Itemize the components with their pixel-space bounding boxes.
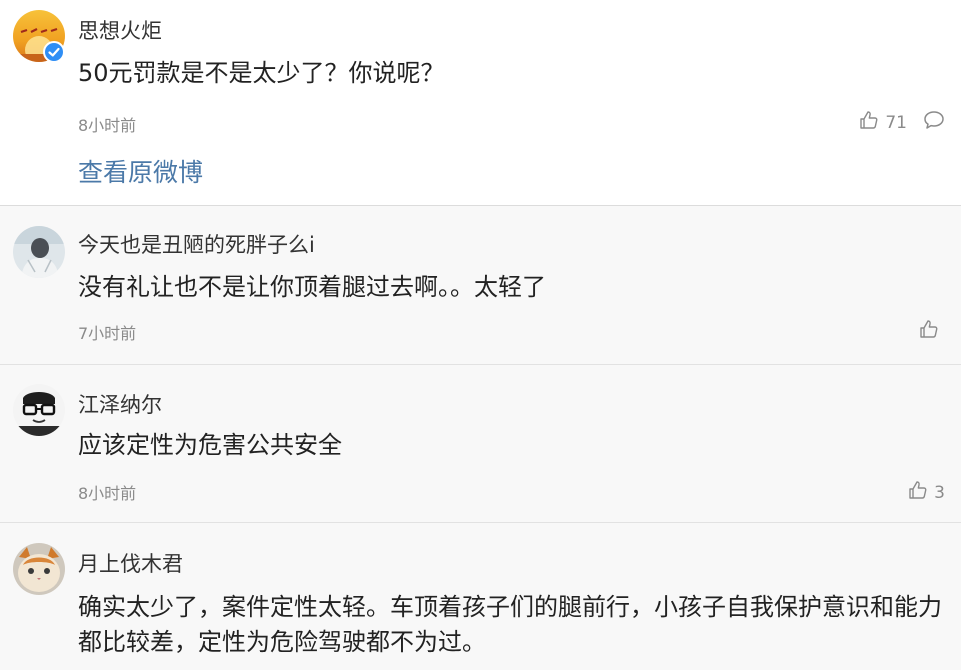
comment-actions: 71 <box>859 110 945 135</box>
avatar[interactable] <box>13 384 65 436</box>
comment-actions: 3 <box>908 480 945 505</box>
timestamp: 8小时前 <box>78 116 137 135</box>
username[interactable]: 江泽纳尔 <box>78 389 162 419</box>
like-button[interactable]: 3 <box>908 480 945 505</box>
username[interactable]: 月上伐木君 <box>78 548 183 578</box>
thumbs-up-icon <box>859 110 879 135</box>
comment-bubble-icon <box>923 111 945 135</box>
comment-text: 50元罚款是不是太少了？你说呢？ <box>78 59 445 87</box>
verified-badge-icon <box>43 41 65 63</box>
like-count: 71 <box>885 112 907 133</box>
comment-text: 应该定性为危害公共安全 <box>78 431 342 459</box>
thumbs-up-icon <box>919 319 939 344</box>
reply-button[interactable] <box>923 110 945 135</box>
like-button[interactable]: 71 <box>859 110 907 135</box>
timestamp: 8小时前 <box>78 484 137 503</box>
comment-feed: 思想火炬 50元罚款是不是太少了？你说呢？ 8小时前 71 查看原微博 今天也是… <box>0 0 961 670</box>
comment-actions <box>919 319 945 344</box>
username[interactable]: 思想火炬 <box>78 15 162 45</box>
comment-text: 确实太少了，案件定性太轻。车顶着孩子们的腿前行，小孩子自我保护意识和能力都比较差… <box>78 593 942 656</box>
thumbs-up-icon <box>908 480 928 505</box>
avatar[interactable] <box>13 543 65 595</box>
timestamp: 7小时前 <box>78 324 137 343</box>
comment-text: 没有礼让也不是让你顶着腿过去啊。。太轻了 <box>78 273 546 301</box>
username[interactable]: 今天也是丑陋的死胖子么i <box>78 229 315 259</box>
avatar[interactable] <box>13 226 65 278</box>
view-original-weibo-link[interactable]: 查看原微博 <box>78 153 203 189</box>
like-count: 3 <box>934 482 945 503</box>
like-button[interactable] <box>919 319 945 344</box>
